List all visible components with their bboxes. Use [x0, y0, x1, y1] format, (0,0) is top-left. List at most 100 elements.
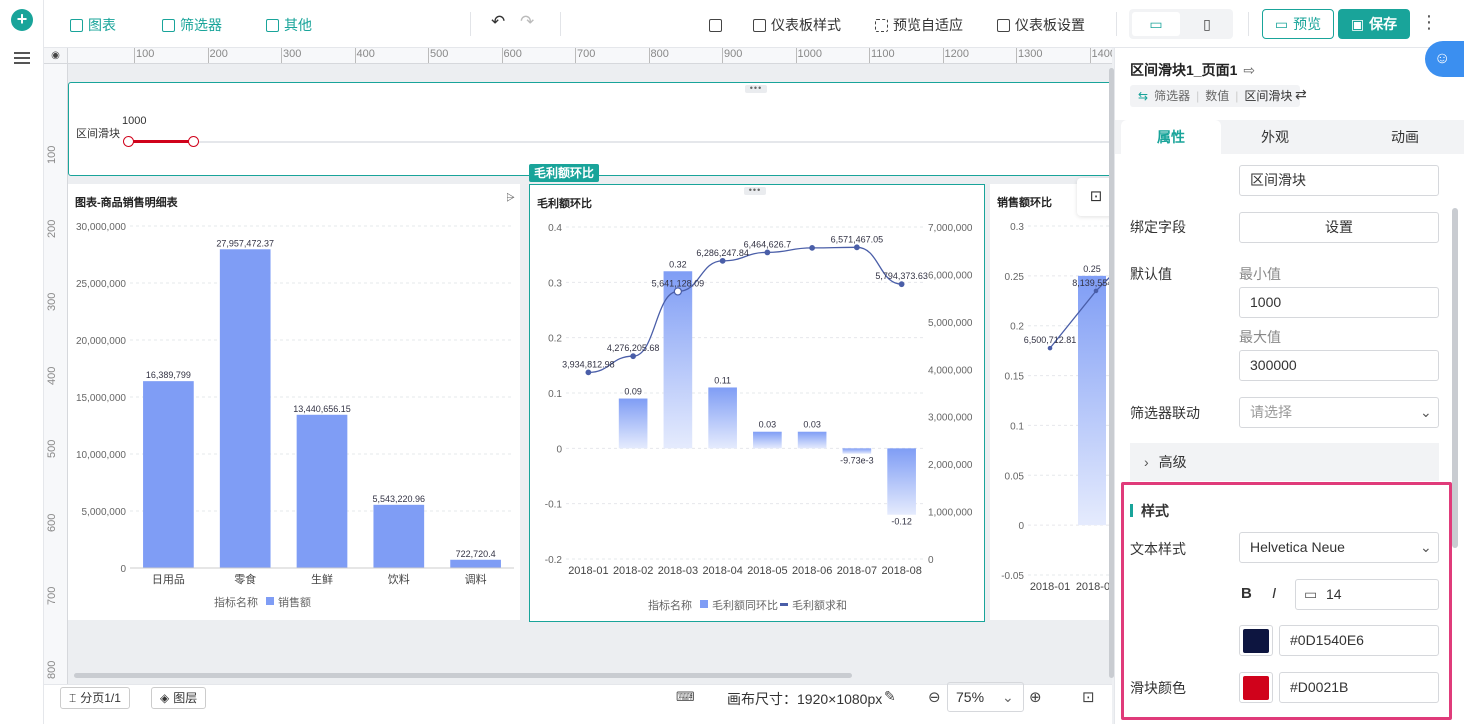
- dashboard-style-button[interactable]: 仪表板样式: [753, 15, 841, 35]
- data-label: 722,720.4: [456, 549, 496, 559]
- canvas[interactable]: ••• 区间滑块 1000 图表-商品销售明细表 ⩥ 30,000,000 25,…: [68, 64, 1112, 684]
- visibility-icon[interactable]: ◉: [44, 48, 68, 64]
- preview-button[interactable]: ▭ 预览: [1262, 9, 1334, 39]
- chart-menu-button[interactable]: 图表: [70, 15, 116, 35]
- ruler-label: 100: [136, 48, 155, 60]
- ruler-label: 800: [46, 660, 58, 679]
- y-right-tick-label: 0: [928, 555, 934, 566]
- y-tick-label: 30,000,000: [76, 222, 126, 233]
- slider-color-input[interactable]: #D0021B: [1279, 672, 1439, 703]
- text-color-input[interactable]: #0D1540E6: [1279, 625, 1439, 656]
- fit-screen-icon[interactable]: ⊡: [1082, 688, 1095, 706]
- sales-detail-chart-panel[interactable]: 图表-商品销售明细表 ⩥ 30,000,000 25,000,000 20,000,…: [68, 184, 520, 620]
- y-tick-label: -0.05: [1001, 571, 1024, 582]
- panel-tabs: 属性 外观 动画: [1115, 120, 1464, 154]
- gross-profit-chart-panel[interactable]: ••• 毛利额环比 0.4 0.3 0.2 0.1 0 -0.1 -0.2 7,000,000…: [529, 184, 985, 622]
- other-menu-button[interactable]: 其他: [266, 15, 312, 35]
- italic-button[interactable]: I: [1272, 585, 1276, 602]
- slider-color-picker[interactable]: [1239, 672, 1273, 703]
- y-tick-label: 0.25: [1005, 272, 1025, 283]
- bar-data-label: 0.11: [714, 375, 731, 385]
- settings-icon: [997, 18, 1010, 32]
- other-icon: [266, 18, 279, 32]
- ruler-label: 500: [46, 439, 58, 458]
- chevron-down-icon: ⌄: [1002, 689, 1014, 705]
- x-tick-label: 2018-02: [1076, 581, 1112, 593]
- zoom-select[interactable]: 75% ⌄: [947, 682, 1024, 712]
- preview-adaptive-button[interactable]: 预览自适应: [875, 15, 963, 35]
- y-right-tick-label: 4,000,000: [928, 365, 973, 376]
- min-value-input[interactable]: 1000: [1239, 287, 1439, 318]
- line-point: [585, 369, 592, 376]
- zoom-out-icon[interactable]: ⊖: [928, 688, 941, 706]
- tab-properties[interactable]: 属性: [1121, 120, 1221, 154]
- line-point: [853, 244, 860, 251]
- tab-appearance[interactable]: 外观: [1225, 120, 1325, 154]
- filter-icon[interactable]: ⩥: [506, 192, 515, 205]
- more-icon[interactable]: ⋮: [1420, 12, 1438, 33]
- page-icon: ⌶: [69, 691, 77, 705]
- data-label: 5,543,220.96: [373, 494, 426, 504]
- line-point: [673, 287, 682, 296]
- component-name[interactable]: 区间滑块1_页面1 ⇨: [1130, 60, 1255, 80]
- bind-field-button[interactable]: 设置: [1239, 212, 1439, 243]
- filter-linkage-select[interactable]: 请选择 ⌄: [1239, 397, 1439, 428]
- edit-icon[interactable]: ✎: [884, 688, 896, 705]
- drag-handle-icon[interactable]: •••: [744, 186, 766, 195]
- layers-button[interactable]: ◈ 图层: [151, 687, 207, 709]
- rename-icon[interactable]: ⇨: [1243, 62, 1255, 78]
- toolbox-button[interactable]: [709, 15, 722, 35]
- toolbox-icon[interactable]: ⊡: [1077, 178, 1112, 216]
- switch-type-icon[interactable]: ⇄: [1295, 86, 1307, 103]
- desktop-icon[interactable]: ▭: [1132, 12, 1180, 36]
- add-component-button[interactable]: +: [11, 9, 33, 31]
- divider: [560, 12, 561, 36]
- keyboard-icon[interactable]: ⌨: [676, 689, 695, 705]
- legend-title: 指标名称: [648, 598, 692, 612]
- horizontal-scrollbar[interactable]: [74, 673, 852, 678]
- selected-component-tag[interactable]: 毛利额环比: [529, 164, 600, 182]
- line-data-label: 4,276,205.68: [607, 343, 660, 353]
- ruler-tick: [134, 48, 135, 63]
- y-left-tick-label: 0.1: [548, 389, 562, 400]
- y-tick-label: 0.1: [1010, 421, 1024, 432]
- save-button[interactable]: ▣ 保存: [1338, 9, 1410, 39]
- slider-min-knob[interactable]: [123, 136, 134, 147]
- max-value-input[interactable]: 300000: [1239, 350, 1439, 381]
- slider-max-knob[interactable]: [188, 136, 199, 147]
- adaptive-icon: [875, 18, 888, 32]
- sales-ratio-chart-panel[interactable]: 销售额环比 0.3 0.25 0.2 0.15 0.1 0.05 0 -0.05 2018-01…: [990, 184, 1112, 620]
- text-color-picker[interactable]: [1239, 625, 1273, 656]
- mobile-icon[interactable]: ▯: [1184, 12, 1230, 36]
- drag-handle-icon[interactable]: •••: [745, 84, 767, 93]
- page-button[interactable]: ⌶ 分页1/1: [60, 687, 130, 709]
- sales-ratio-chart: 0.3 0.25 0.2 0.15 0.1 0.05 0 -0.05 2018-01 2018-0…: [1001, 222, 1112, 593]
- panel-scrollbar[interactable]: [1452, 208, 1458, 548]
- y-right-tick-label: 1,000,000: [928, 508, 973, 519]
- range-slider-widget[interactable]: ••• 区间滑块 1000: [68, 82, 1112, 176]
- tab-animation[interactable]: 动画: [1355, 120, 1455, 154]
- undo-icon[interactable]: ↶: [491, 12, 505, 32]
- slider-track[interactable]: [127, 141, 1112, 143]
- line-point: [1093, 288, 1099, 294]
- ruler-label: 600: [503, 48, 522, 60]
- line-data-label: 6,571,467.05: [831, 234, 884, 244]
- text-style-label: 文本样式: [1130, 541, 1186, 557]
- zoom-in-icon[interactable]: ⊕: [1029, 688, 1042, 706]
- dashboard-settings-button[interactable]: 仪表板设置: [997, 15, 1085, 35]
- ruler-tick: [942, 48, 944, 63]
- assistant-chat-icon[interactable]: ☺: [1425, 41, 1464, 77]
- filter-type-icon: ⇆: [1138, 89, 1149, 103]
- filter-menu-button[interactable]: 筛选器: [162, 15, 222, 35]
- font-size-input[interactable]: ▭ 14: [1295, 579, 1439, 610]
- redo-icon[interactable]: ↷: [520, 12, 534, 32]
- font-family-select[interactable]: Helvetica Neue ⌄: [1239, 532, 1439, 563]
- bar: [1078, 275, 1106, 526]
- outline-icon[interactable]: [14, 52, 30, 66]
- ruler-tick: [575, 48, 576, 63]
- advanced-section[interactable]: › 高级: [1130, 443, 1439, 481]
- component-name-input[interactable]: 区间滑块: [1239, 165, 1439, 196]
- line-data-label: 6,464,626.7: [744, 239, 792, 249]
- min-label: 最小值: [1239, 266, 1281, 282]
- bold-button[interactable]: B: [1241, 585, 1252, 602]
